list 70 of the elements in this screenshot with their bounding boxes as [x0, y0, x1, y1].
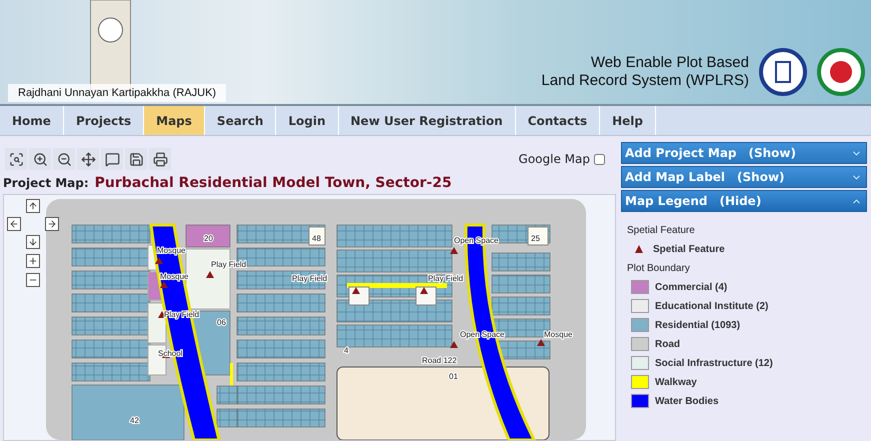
accordion-title: Map Legend: [625, 194, 708, 208]
accordion-title: Add Map Label: [625, 170, 726, 184]
zoom-out-button[interactable]: [53, 148, 75, 170]
pan-down-icon: [28, 237, 38, 247]
map-label: 4: [344, 346, 348, 355]
pan-icon: [80, 152, 96, 166]
nav-tab[interactable]: New User Registration: [338, 106, 516, 135]
map-label: 25: [531, 234, 540, 243]
project-map-title: Purbachal Residential Model Town, Sector-25: [94, 175, 452, 191]
map-label: 01: [449, 372, 458, 381]
map-label: Play Field: [211, 260, 246, 269]
legend-heading: Plot Boundary: [627, 263, 691, 274]
nav-tab[interactable]: Contacts: [516, 106, 600, 135]
emblem-icon: [759, 48, 807, 96]
zoom-in-icon: [32, 152, 48, 166]
accordion-header[interactable]: Add Map Label (Show): [621, 166, 867, 188]
nav-tab[interactable]: Maps: [144, 106, 205, 135]
legend-label: Water Bodies: [655, 396, 719, 406]
pan-right-button[interactable]: [45, 217, 59, 231]
map-label: Road 122: [422, 356, 457, 365]
emblem-icon: [817, 48, 865, 96]
nav-tab[interactable]: Search: [204, 106, 276, 135]
legend-label: Commercial (4): [655, 282, 728, 292]
map-label: 20: [204, 234, 213, 243]
zoom-out-button[interactable]: [26, 273, 40, 287]
nav-tab[interactable]: Help: [600, 106, 656, 135]
google-map-label: Google Map: [518, 152, 590, 166]
accordion-toggle: (Show): [748, 146, 796, 160]
pan-left-icon: [9, 219, 19, 229]
map-label: Play Field: [292, 274, 328, 283]
organization-name: Rajdhani Unnayan Kartipakkha (RAJUK): [8, 84, 226, 102]
pan-up-icon: [28, 201, 38, 211]
accordion-title: Add Project Map: [625, 146, 737, 160]
legend-heading: Spetial Feature: [627, 225, 696, 236]
zoom-in-button[interactable]: [26, 254, 40, 268]
project-map-label: Project Map:: [3, 176, 89, 190]
print-button[interactable]: [149, 148, 171, 170]
google-map-checkbox[interactable]: [594, 154, 605, 164]
legend-label: Walkway: [655, 376, 697, 388]
legend-label: Spetial Feature: [653, 244, 725, 254]
map-label: School: [158, 349, 182, 358]
pan-up-button[interactable]: [26, 199, 40, 213]
accordion-header[interactable]: Map Legend (Hide): [621, 190, 867, 212]
system-title: Web Enable Plot Based Land Record System (WPLRS): [541, 54, 749, 90]
accordion-toggle: (Show): [737, 170, 785, 184]
pan-left-button[interactable]: [7, 217, 21, 231]
accordion-toggle: (Hide): [719, 194, 762, 208]
legend-label: Educational Institute (2): [655, 300, 768, 312]
nav-tab[interactable]: Home: [0, 106, 64, 135]
zoom-extent-button[interactable]: [5, 148, 27, 170]
map-label: Play Field: [428, 274, 464, 283]
legend-label: Road: [655, 338, 680, 350]
zoom-out-icon: [56, 152, 72, 166]
pan-button[interactable]: [77, 148, 99, 170]
zoom-extent-icon: [8, 152, 24, 166]
accordion-header[interactable]: Add Project Map (Show): [621, 142, 867, 164]
map-label: 06: [217, 318, 226, 327]
map-label: Mosque: [544, 330, 572, 339]
save-button[interactable]: [125, 148, 147, 170]
save-icon: [128, 152, 144, 166]
nav-tab[interactable]: Login: [276, 106, 339, 135]
legend-label: Social Infrastructure (12): [655, 358, 773, 368]
pan-down-button[interactable]: [26, 235, 40, 249]
map-label: 48: [312, 234, 321, 243]
legend-label: Residential (1093): [655, 320, 740, 330]
zoom-in-icon: [28, 256, 38, 266]
print-icon: [152, 152, 168, 166]
map-label: 42: [130, 416, 139, 425]
pan-right-icon: [47, 219, 57, 229]
zoom-in-button[interactable]: [29, 148, 51, 170]
